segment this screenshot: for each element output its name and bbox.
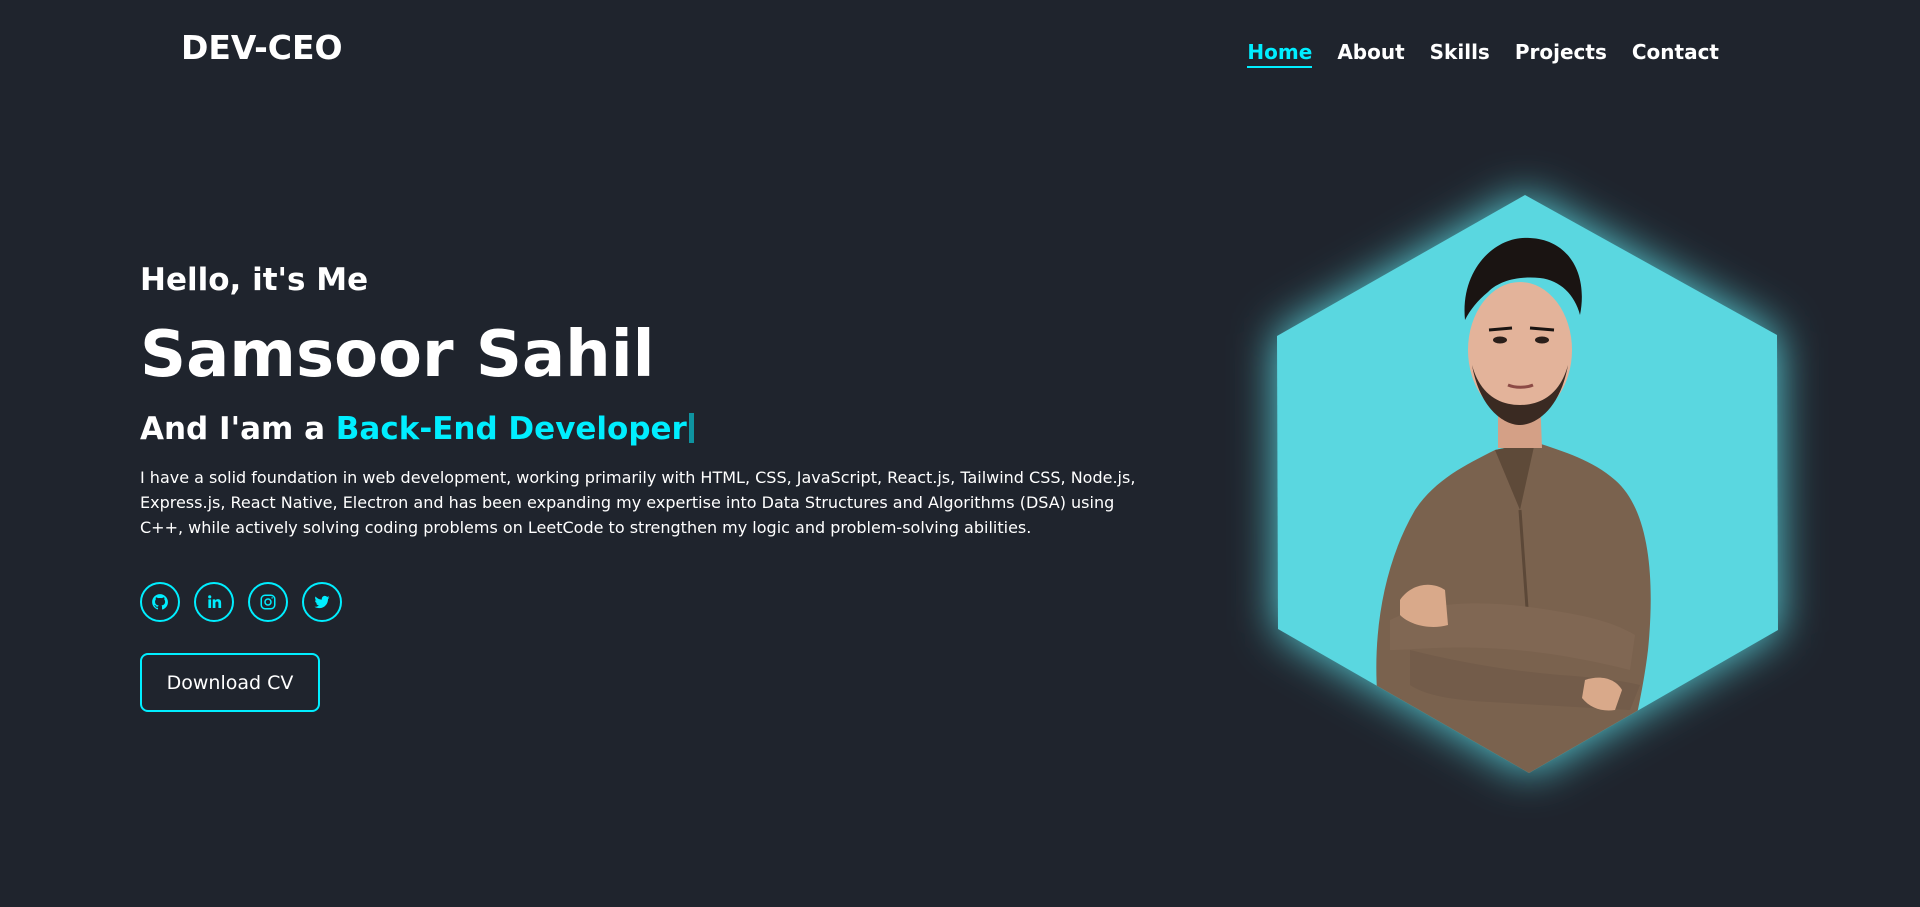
linkedin-icon [208, 595, 222, 608]
site-header: DEV-CEO Home About Skills Projects Conta… [0, 0, 1920, 104]
nav-link-home[interactable]: Home [1247, 40, 1313, 68]
twitter-link[interactable] [302, 582, 342, 622]
hero-greeting: Hello, it's Me [140, 262, 369, 298]
nav-link-skills[interactable]: Skills [1430, 40, 1490, 68]
site-logo[interactable]: DEV-CEO [181, 28, 343, 67]
social-links [140, 582, 342, 622]
instagram-link[interactable] [248, 582, 288, 622]
hexagon-portrait-graphic [1277, 195, 1778, 773]
profile-portrait [1230, 180, 1810, 780]
github-icon [152, 594, 168, 610]
nav-link-contact[interactable]: Contact [1632, 40, 1719, 68]
role-prefix: And I'am a [140, 411, 336, 447]
nav-link-about[interactable]: About [1337, 40, 1404, 68]
main-nav: Home About Skills Projects Contact [1247, 40, 1719, 68]
hero-description: I have a solid foundation in web develop… [140, 468, 1136, 537]
github-link[interactable] [140, 582, 180, 622]
hero-name: Samsoor Sahil [140, 318, 655, 392]
twitter-icon [314, 595, 330, 609]
instagram-icon [260, 594, 276, 610]
nav-link-projects[interactable]: Projects [1515, 40, 1607, 68]
linkedin-link[interactable] [194, 582, 234, 622]
download-cv-button[interactable]: Download CV [140, 653, 320, 712]
hero-role-line: And I'am a Back-End Developer [140, 403, 1150, 455]
typing-caret [688, 413, 694, 443]
role-text: Back-End Developer [335, 411, 687, 447]
hero-intro: Hello, it's Me Samsoor Sahil And I'am a … [140, 255, 1150, 540]
